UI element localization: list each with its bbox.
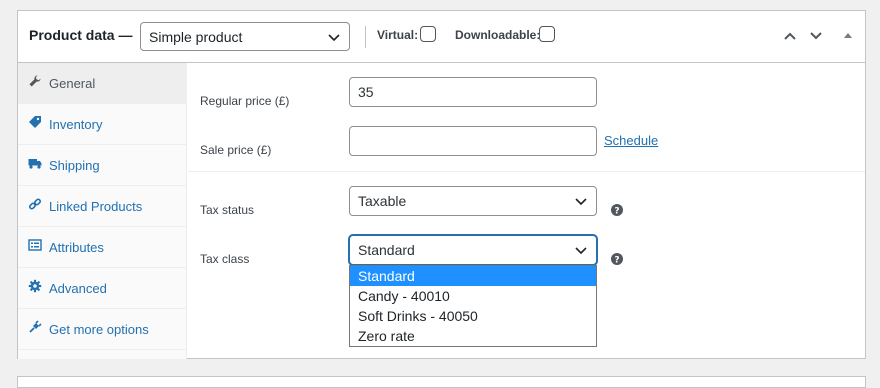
tab-get-more-options[interactable]: Get more options [18,309,187,350]
downloadable-checkbox[interactable] [539,26,555,42]
product-data-tabs: General Inventory Shipping Linked Produc… [18,63,187,359]
tab-attributes[interactable]: Attributes [18,227,187,268]
virtual-label: Virtual: [377,28,419,42]
dropdown-option[interactable]: Standard [350,266,596,286]
collapse-toggle-icon[interactable] [840,28,856,44]
tag-icon [29,116,41,128]
dropdown-option[interactable]: Zero rate [350,326,596,346]
link-icon [28,198,42,210]
tax-class-value: Standard [358,242,415,258]
tax-class-dropdown: Standard Candy - 40010 Soft Drinks - 400… [349,265,597,347]
chevron-down-icon [575,198,587,206]
list-icon [28,239,42,251]
sale-price-label: Sale price (£) [200,143,272,157]
sale-price-input[interactable] [349,126,597,156]
tab-label: Shipping [49,158,100,173]
move-up-icon[interactable] [782,28,798,44]
truck-icon [28,159,42,169]
tab-general[interactable]: General [18,63,187,104]
tax-status-label: Tax status [200,203,255,217]
tab-label: Get more options [49,322,149,337]
move-down-icon[interactable] [808,28,824,44]
tab-label: Attributes [49,240,104,255]
regular-price-input[interactable]: 35 [349,77,597,107]
tab-label: Linked Products [49,199,143,214]
tax-class-label: Tax class [200,252,250,266]
regular-price-label: Regular price (£) [200,94,290,108]
panel-header: Product data — Simple product Virtual: D… [18,11,865,63]
svg-text:?: ? [614,206,619,216]
tab-linked-products[interactable]: Linked Products [18,186,187,227]
tab-label: Inventory [49,117,103,132]
product-type-select[interactable]: Simple product [140,22,350,51]
tab-label: Advanced [49,281,107,296]
dropdown-option[interactable]: Candy - 40010 [350,286,596,306]
header-divider [365,26,366,48]
dropdown-option[interactable]: Soft Drinks - 40050 [350,306,596,326]
downloadable-label: Downloadable: [455,28,541,42]
help-icon[interactable]: ? [611,253,623,265]
wrench-icon [29,75,41,87]
panel-title: Product data — [29,27,133,43]
plugin-icon [29,320,42,333]
tax-class-select[interactable]: Standard [349,235,597,265]
tab-inventory[interactable]: Inventory [18,104,187,145]
tax-status-value: Taxable [358,193,407,209]
tab-shipping[interactable]: Shipping [18,145,187,186]
help-icon[interactable]: ? [611,204,623,216]
next-panel-edge [17,376,866,388]
section-divider [188,171,865,172]
gear-icon [28,279,42,293]
tax-status-select[interactable]: Taxable [349,186,597,216]
regular-price-value: 35 [358,84,374,100]
product-type-value: Simple product [149,29,243,45]
svg-text:?: ? [614,255,619,265]
tab-label: General [49,76,96,91]
schedule-link[interactable]: Schedule [604,133,658,148]
chevron-down-icon [328,34,340,42]
chevron-down-icon [575,247,587,255]
tab-advanced[interactable]: Advanced [18,268,187,309]
virtual-checkbox[interactable] [420,26,436,42]
